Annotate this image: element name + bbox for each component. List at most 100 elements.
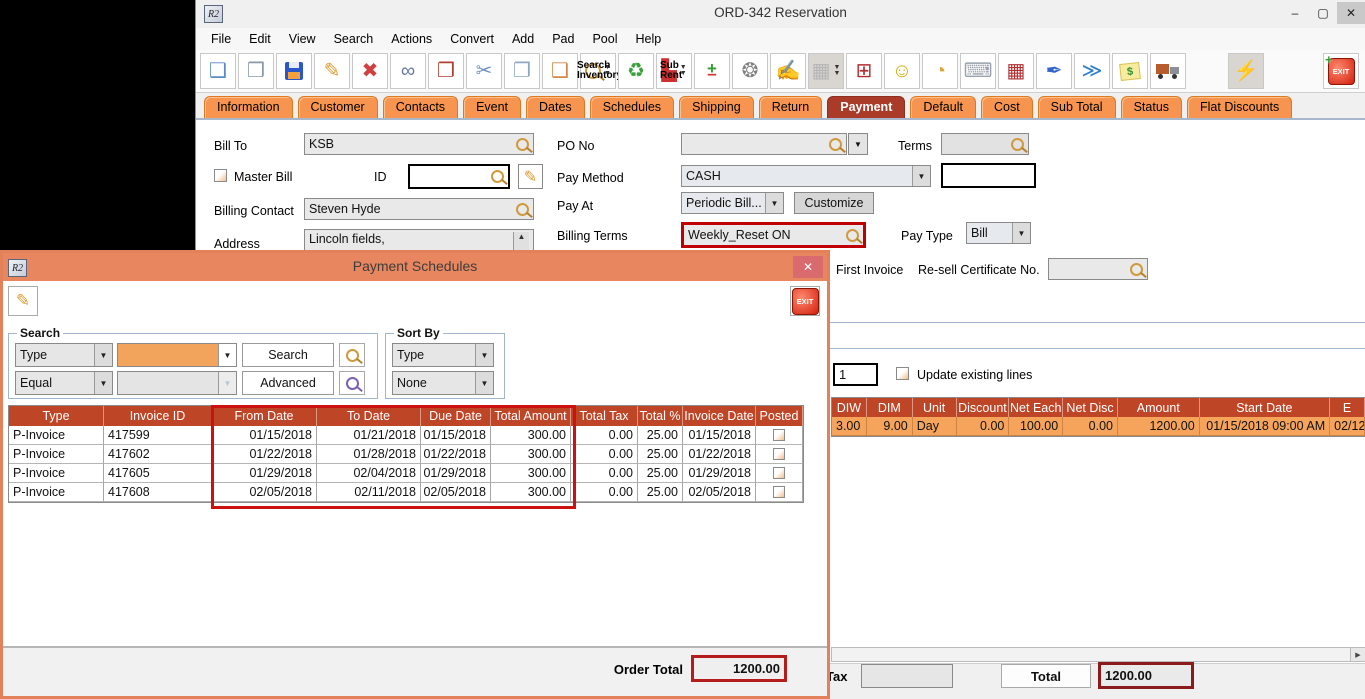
edit-pencil-button[interactable]: ✎ bbox=[518, 164, 543, 189]
edit-pencil-icon[interactable]: ✎ bbox=[314, 53, 350, 89]
menu-help[interactable]: Help bbox=[627, 30, 671, 48]
calendar-icon[interactable]: ▦▼▼ bbox=[808, 53, 844, 89]
scroll-right-icon[interactable]: ▶ bbox=[1350, 648, 1365, 661]
posted-checkbox[interactable] bbox=[773, 467, 785, 479]
search-operator-combo[interactable]: Equal▼ bbox=[15, 371, 113, 395]
chevron-down-icon[interactable]: ▼ bbox=[94, 372, 112, 394]
keyboard-key-icon[interactable]: ⌨ bbox=[960, 53, 996, 89]
po-no-field[interactable] bbox=[681, 133, 847, 155]
menu-edit[interactable]: Edit bbox=[240, 30, 280, 48]
smiley-icon[interactable]: ☺ bbox=[884, 53, 920, 89]
posted-checkbox[interactable] bbox=[773, 486, 785, 498]
search-inventory-button[interactable]: Search Inventory▼▼ bbox=[580, 53, 616, 89]
search-value-combo[interactable]: ▼ bbox=[117, 343, 237, 367]
tab-contacts[interactable]: Contacts bbox=[383, 96, 458, 118]
customize-button[interactable]: Customize bbox=[794, 192, 874, 214]
tab-default[interactable]: Default bbox=[910, 96, 976, 118]
pool-balls-icon[interactable]: ❂ bbox=[732, 53, 768, 89]
master-bill-checkbox[interactable] bbox=[214, 169, 227, 182]
copy-move-icon[interactable]: ❐ bbox=[428, 53, 464, 89]
pay-at-combo[interactable]: Periodic Bill...▼ bbox=[681, 192, 784, 214]
advanced-button[interactable]: Advanced bbox=[242, 371, 334, 395]
quantity-field[interactable]: 1 bbox=[833, 363, 878, 386]
search-icon[interactable] bbox=[829, 138, 842, 151]
tab-dates[interactable]: Dates bbox=[526, 96, 585, 118]
billing-terms-field[interactable]: Weekly_Reset ON bbox=[681, 222, 866, 248]
search-icon[interactable] bbox=[846, 229, 859, 242]
pay-forward-icon[interactable]: ≫ bbox=[1074, 53, 1110, 89]
id-field[interactable] bbox=[408, 164, 510, 189]
run-lightning-icon[interactable]: ⚡ bbox=[1228, 53, 1264, 89]
new-document-icon[interactable]: ❑ bbox=[200, 53, 236, 89]
tab-return[interactable]: Return bbox=[759, 96, 823, 118]
blocks-icon[interactable]: ▦ bbox=[998, 53, 1034, 89]
posted-checkbox[interactable] bbox=[773, 448, 785, 460]
save-icon[interactable] bbox=[276, 53, 312, 89]
advanced-search-icon-button[interactable] bbox=[339, 371, 365, 395]
table-row[interactable]: P-Invoice41760501/29/201802/04/201801/29… bbox=[9, 464, 803, 483]
menu-convert[interactable]: Convert bbox=[441, 30, 503, 48]
search-icon[interactable] bbox=[516, 203, 529, 216]
pay-method-combo[interactable]: CASH▼ bbox=[681, 165, 931, 187]
menu-add[interactable]: Add bbox=[503, 30, 543, 48]
tab-payment[interactable]: Payment bbox=[827, 96, 905, 118]
search-icon-button[interactable] bbox=[339, 343, 365, 367]
tab-schedules[interactable]: Schedules bbox=[590, 96, 674, 118]
search-field-combo[interactable]: Type▼ bbox=[15, 343, 113, 367]
dialog-close-button[interactable]: ✕ bbox=[793, 256, 823, 278]
spinner-arrows-icon[interactable]: ▼▼ bbox=[833, 65, 840, 77]
folder-clock-icon[interactable]: ◔ bbox=[922, 53, 958, 89]
dollar-note-icon[interactable]: $ bbox=[1112, 53, 1148, 89]
tab-sub-total[interactable]: Sub Total bbox=[1038, 96, 1116, 118]
exit-button[interactable]: EXIT+ bbox=[1323, 53, 1359, 89]
search-icon[interactable] bbox=[1130, 263, 1143, 276]
add-remove-line-icon[interactable]: +– bbox=[694, 53, 730, 89]
billing-contact-field[interactable]: Steven Hyde bbox=[304, 198, 534, 220]
search-icon[interactable] bbox=[491, 170, 504, 183]
chevron-down-icon[interactable]: ▼ bbox=[94, 344, 112, 366]
menu-actions[interactable]: Actions bbox=[382, 30, 441, 48]
cut-scissors-icon[interactable]: ✂ bbox=[466, 53, 502, 89]
notepad-edit-icon[interactable]: ✍ bbox=[770, 53, 806, 89]
menu-pad[interactable]: Pad bbox=[543, 30, 583, 48]
copy-icon[interactable]: ❐ bbox=[504, 53, 540, 89]
update-existing-checkbox[interactable] bbox=[896, 367, 909, 380]
tab-status[interactable]: Status bbox=[1121, 96, 1182, 118]
sub-rent-button[interactable]: ▙Sub Rent▼▼ bbox=[656, 53, 692, 89]
chevron-down-icon[interactable]: ▼ bbox=[1012, 223, 1030, 243]
tab-shipping[interactable]: Shipping bbox=[679, 96, 754, 118]
tab-cost[interactable]: Cost bbox=[981, 96, 1033, 118]
po-no-dropdown-button[interactable]: ▼ bbox=[848, 133, 868, 155]
menu-view[interactable]: View bbox=[280, 30, 325, 48]
pay-method-extra-field[interactable] bbox=[941, 163, 1036, 188]
menu-file[interactable]: File bbox=[202, 30, 240, 48]
search-icon[interactable] bbox=[516, 138, 529, 151]
org-chart-icon[interactable]: ⊞ bbox=[846, 53, 882, 89]
posted-checkbox[interactable] bbox=[773, 429, 785, 441]
chevron-down-icon[interactable]: ▼ bbox=[218, 344, 236, 366]
chevron-down-icon[interactable]: ▼ bbox=[475, 372, 493, 394]
pay-type-combo[interactable]: Bill▼ bbox=[966, 222, 1031, 244]
delete-icon[interactable]: ✖ bbox=[352, 53, 388, 89]
menu-search[interactable]: Search bbox=[325, 30, 383, 48]
tax-field[interactable] bbox=[861, 664, 953, 688]
doc-write-icon[interactable]: ✒ bbox=[1036, 53, 1072, 89]
tab-customer[interactable]: Customer bbox=[298, 96, 378, 118]
terms-field[interactable] bbox=[941, 133, 1029, 155]
resell-certificate-field[interactable] bbox=[1048, 258, 1148, 280]
search-button[interactable]: Search bbox=[242, 343, 334, 367]
close-button[interactable]: ✕ bbox=[1337, 2, 1365, 24]
bill-to-field[interactable]: KSB bbox=[304, 133, 534, 155]
convert-icon[interactable]: ♻ bbox=[618, 53, 654, 89]
table-row[interactable]: P-Invoice41760201/22/201801/28/201801/22… bbox=[9, 445, 803, 464]
paste-icon[interactable]: ❑ bbox=[542, 53, 578, 89]
minimize-button[interactable]: – bbox=[1281, 2, 1309, 24]
delivery-truck-icon[interactable] bbox=[1150, 53, 1186, 89]
table-row[interactable]: P-Invoice41760802/05/201802/11/201802/05… bbox=[9, 483, 803, 502]
search-icon[interactable] bbox=[1011, 138, 1024, 151]
horizontal-scrollbar[interactable]: ▶ bbox=[831, 647, 1365, 662]
menu-pool[interactable]: Pool bbox=[583, 30, 626, 48]
tab-event[interactable]: Event bbox=[463, 96, 521, 118]
print-icon[interactable]: ❒ bbox=[238, 53, 274, 89]
tab-flat-discounts[interactable]: Flat Discounts bbox=[1187, 96, 1292, 118]
